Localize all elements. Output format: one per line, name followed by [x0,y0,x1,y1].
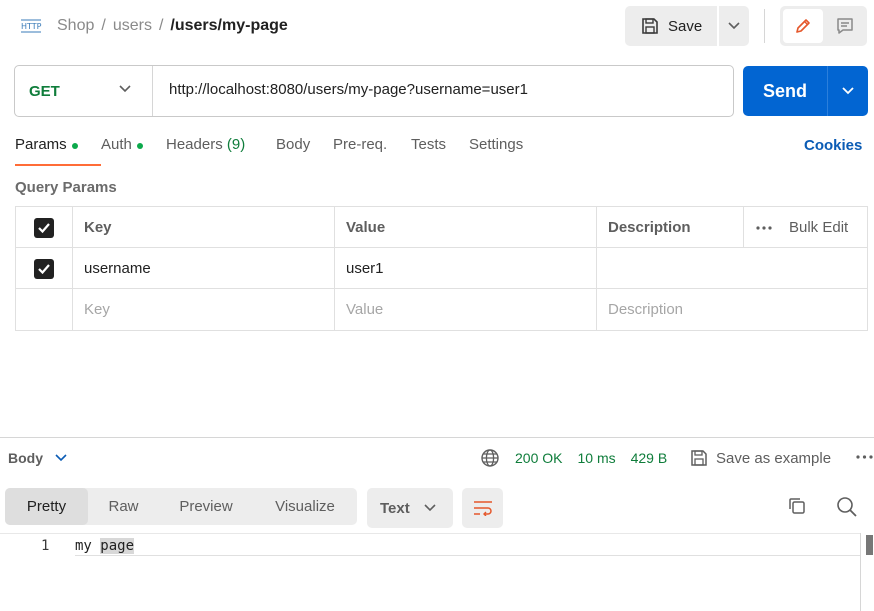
tab-tests[interactable]: Tests [411,136,469,166]
new-value-input[interactable]: Value [335,289,597,330]
chevron-down-icon [424,504,436,512]
format-label: Text [380,499,410,517]
save-label: Save [668,17,703,35]
send-group: Send [743,66,868,116]
send-button[interactable]: Send [743,66,827,116]
param-value-input[interactable]: user1 [335,248,597,289]
request-name[interactable]: /users/my-page [170,17,287,34]
mode-toggle [780,6,867,46]
tab-params[interactable]: Params [15,136,101,166]
response-view-tabs: Pretty Raw Preview Visualize [5,488,357,525]
view-raw[interactable]: Raw [88,488,159,525]
active-line-border [75,555,861,556]
chevron-down-icon [728,22,740,30]
code-line: my page [75,538,135,554]
bulk-edit-label: Bulk Edit [789,219,849,236]
column-value: Value [335,207,597,248]
save-group: Save [625,6,749,46]
breadcrumb: Shop / users //users/my-page [57,17,288,34]
select-all-checkbox[interactable] [16,207,73,248]
query-params-title: Query Params [15,179,117,196]
save-button[interactable]: Save [625,6,717,46]
divider [764,9,765,43]
method-label: GET [29,83,60,100]
wrap-lines-button[interactable] [462,488,503,528]
more-icon [756,225,772,230]
status-dot [71,143,78,149]
view-preview[interactable]: Preview [159,488,253,525]
response-meta: 200 OK 10 ms 429 B [480,447,667,469]
response-body-dropdown[interactable]: Body [8,450,67,466]
save-options-button[interactable] [719,6,749,46]
wrap-icon [473,501,492,516]
comments-button[interactable] [826,9,864,43]
new-description-input[interactable]: Description [597,289,868,330]
table-header-row: Key Value Description Bulk Edit [16,207,867,248]
tab-headers[interactable]: Headers (9) [166,136,276,166]
line-number: 1 [41,538,50,554]
checkbox-checked-icon [34,217,54,238]
chevron-down-icon [55,454,67,462]
tab-pre-request[interactable]: Pre-req. [333,136,411,166]
params-table: Key Value Description Bulk Edit username… [15,206,868,331]
response-time[interactable]: 10 ms [577,450,615,466]
pencil-icon [796,19,810,33]
status-code[interactable]: 200 OK [515,450,562,466]
url-input[interactable]: http://localhost:8080/users/my-page?user… [169,81,528,98]
method-select[interactable]: GET [15,66,153,116]
param-description-input[interactable] [597,248,868,289]
status-dot [136,143,143,149]
save-as-example-button[interactable]: Save as example [690,447,831,469]
column-description: Description [597,207,744,248]
send-options-button[interactable] [828,66,868,116]
response-body-label: Body [8,450,43,466]
highlighted-text: page [100,538,135,554]
response-size[interactable]: 429 B [631,450,668,466]
row-checkbox[interactable] [16,248,73,289]
http-icon: HTTP [21,19,42,33]
response-body-editor[interactable]: 1 my page [0,533,861,611]
new-key-input[interactable]: Key [73,289,335,330]
save-icon [691,450,707,466]
tab-body[interactable]: Body [276,136,333,166]
tab-settings[interactable]: Settings [469,136,539,166]
top-bar: HTTP Shop / users //users/my-page Save [0,0,874,52]
breadcrumb-item-users[interactable]: users [113,17,152,34]
bulk-edit-button[interactable]: Bulk Edit [744,207,868,248]
chevron-down-icon [842,87,854,95]
save-as-example-label: Save as example [716,449,832,467]
table-row: username user1 [16,248,867,289]
breadcrumb-item-shop[interactable]: Shop [57,17,94,34]
search-icon[interactable] [836,496,858,518]
response-divider[interactable] [0,437,874,438]
save-icon [642,18,658,34]
empty-check-cell [16,289,73,330]
format-select[interactable]: Text [367,488,453,528]
globe-icon[interactable] [480,448,500,468]
table-row-empty: Key Value Description [16,289,867,330]
request-tabs: Params Auth Headers (9) Body Pre-req. Te… [15,136,539,166]
column-key: Key [73,207,335,248]
chevron-down-icon [119,85,131,93]
cookies-link[interactable]: Cookies [804,137,862,154]
scrollbar-thumb[interactable] [866,535,873,555]
more-icon[interactable] [856,455,873,459]
tab-auth[interactable]: Auth [101,136,166,166]
copy-icon[interactable] [787,496,807,516]
editor-scrollbar[interactable] [860,533,874,611]
url-bar: GET http://localhost:8080/users/my-page?… [14,65,734,117]
param-key-input[interactable]: username [73,248,335,289]
edit-mode-button[interactable] [783,9,823,43]
view-pretty[interactable]: Pretty [5,488,88,525]
svg-text:HTTP: HTTP [21,22,42,31]
comment-icon [837,18,853,34]
view-visualize[interactable]: Visualize [253,488,357,525]
checkbox-checked-icon [34,258,54,279]
